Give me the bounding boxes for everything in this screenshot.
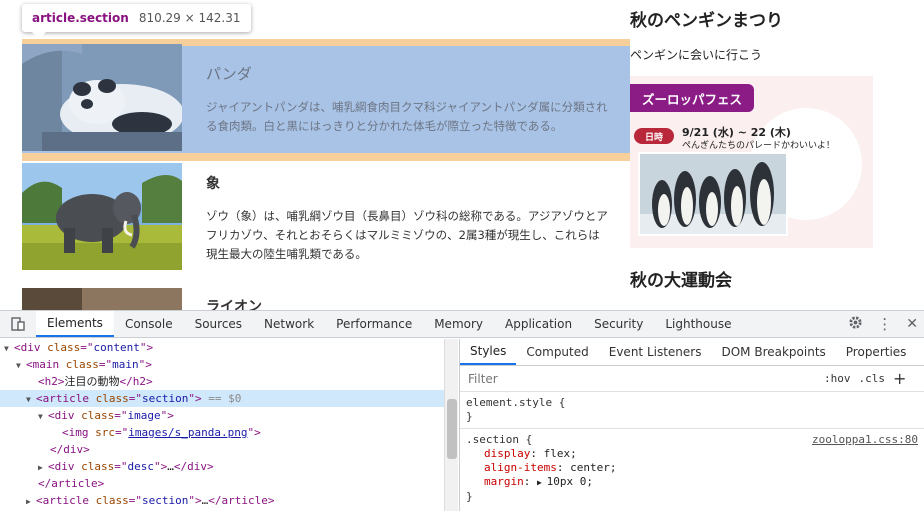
expand-arrow-icon[interactable]: ▶ — [26, 493, 36, 510]
rule-source-link[interactable]: zooloppa1.css:80 — [812, 433, 918, 447]
closing-brace: } — [466, 410, 473, 423]
lion-image — [22, 288, 182, 310]
tooltip-element-size: 810.29 × 142.31 — [138, 11, 241, 25]
tab-console[interactable]: Console — [114, 311, 184, 337]
scrollbar-thumb[interactable] — [447, 399, 457, 459]
date-badge: 日時 — [634, 128, 674, 144]
tab-sources[interactable]: Sources — [184, 311, 253, 337]
banner-pill: ズーロッパフェス — [630, 84, 755, 112]
dom-line[interactable]: ▶ <article class="section">…</article> — [0, 492, 444, 509]
banner-caption: ぺんぎんたちのパレードかわいいよ！ — [682, 141, 835, 151]
article-desc: 象 ゾウ（象）は、哺乳綱ゾウ目（長鼻目）ゾウ科の総称である。アジアゾウとアフリカ… — [182, 173, 630, 264]
tab-computed[interactable]: Computed — [516, 339, 598, 365]
expand-arrow-icon[interactable]: ▼ — [4, 340, 14, 357]
dom-line[interactable]: ▶ <div class="desc">…</div> — [0, 458, 444, 475]
dom-line-selected[interactable]: ▼ <article class="section"> == $0 — [0, 390, 444, 407]
article-elephant[interactable]: 象 ゾウ（象）は、哺乳綱ゾウ目（長鼻目）ゾウ科の総称である。アジアゾウとアフリカ… — [22, 163, 630, 274]
tab-lighthouse[interactable]: Lighthouse — [654, 311, 742, 337]
gear-icon[interactable] — [848, 315, 863, 333]
dom-line[interactable]: ▼ <main class="main"> — [0, 356, 444, 373]
more-options-icon[interactable]: ⋮ — [877, 315, 892, 333]
expand-arrow-icon[interactable]: ▶ — [38, 459, 48, 476]
dom-line[interactable]: ▼ <div class="content"> — [0, 339, 444, 356]
article-text: ジャイアントパンダは、哺乳綱食肉目クマ科ジャイアントパンダ属に分類される食肉類。… — [206, 100, 608, 133]
event-banner[interactable]: ズーロッパフェス 日時 9/21 (水) ~ 22 (木) ぺんぎんたちのパレー… — [630, 76, 873, 248]
tab-memory[interactable]: Memory — [423, 311, 494, 337]
dom-line[interactable]: </article> — [0, 475, 444, 492]
declaration-display[interactable]: display: flex; — [466, 447, 918, 461]
devtools-actions: ⋮ ✕ — [848, 311, 924, 337]
dom-line[interactable]: <h2>注目の動物</h2> — [0, 373, 444, 390]
element-style-selector: element.style { — [466, 396, 566, 409]
dom-line[interactable]: </div> — [0, 441, 444, 458]
expand-arrow-icon[interactable]: ▼ — [38, 408, 48, 425]
tab-properties[interactable]: Properties — [836, 339, 917, 365]
dom-line[interactable]: <img src="images/s_panda.png"> — [0, 424, 444, 441]
dom-line[interactable]: ▼ <div class="image"> — [0, 407, 444, 424]
sidebar-subtitle: ペンギンに会いに行こう — [630, 48, 763, 62]
article-title: ライオン — [206, 299, 262, 310]
add-rule-icon[interactable]: + — [893, 369, 906, 388]
close-icon[interactable]: ✕ — [906, 316, 918, 332]
article-panda[interactable]: パンダ ジャイアントパンダは、哺乳綱食肉目クマ科ジャイアントパンダ属に分類される… — [22, 44, 630, 155]
article-desc: ライオン — [182, 288, 282, 310]
device-toolbar-icon[interactable] — [0, 311, 36, 337]
styles-pane: Styles Computed Event Listeners DOM Brea… — [459, 339, 924, 511]
element-style-rule[interactable]: element.style { } — [460, 392, 924, 429]
class-toggle[interactable]: .cls — [859, 372, 886, 385]
filter-row: :hov .cls + — [460, 366, 924, 392]
tooltip-element-name: article.section — [32, 11, 129, 25]
tab-elements[interactable]: Elements — [36, 311, 114, 337]
article-desc: パンダ ジャイアントパンダは、哺乳綱食肉目クマ科ジャイアントパンダ属に分類される… — [182, 63, 630, 136]
styles-tabbar: Styles Computed Event Listeners DOM Brea… — [460, 339, 924, 366]
article-title: パンダ — [206, 65, 252, 83]
page-viewport: article.section 810.29 × 142.31 パンダ ジャイア… — [0, 0, 924, 310]
sidebar-title: 秋のペンギンまつり — [630, 11, 783, 31]
article-lion[interactable]: ライオン — [22, 288, 630, 310]
tab-network[interactable]: Network — [253, 311, 325, 337]
elephant-image — [22, 163, 182, 274]
penguin-image — [638, 152, 788, 236]
hover-state-toggle[interactable]: :hov — [824, 372, 851, 385]
inspect-tooltip: article.section 810.29 × 142.31 — [22, 4, 251, 39]
closing-brace: } — [466, 490, 473, 503]
declaration-margin[interactable]: margin: ▶ 10px 0; — [466, 475, 918, 490]
article-title: 象 — [206, 176, 220, 192]
tab-application[interactable]: Application — [494, 311, 583, 337]
expand-arrow-icon[interactable]: ▼ — [16, 357, 26, 374]
devtools-tabbar: Elements Console Sources Network Perform… — [0, 311, 924, 338]
tab-security[interactable]: Security — [583, 311, 654, 337]
expand-arrow-icon[interactable]: ▼ — [26, 391, 36, 408]
more-tabs-icon[interactable]: » — [916, 339, 924, 365]
tab-performance[interactable]: Performance — [325, 311, 423, 337]
dom-tree: ▼ <div class="content"> ▼ <main class="mai… — [0, 339, 444, 511]
declaration-align-items[interactable]: align-items: center; — [466, 461, 918, 475]
tab-styles[interactable]: Styles — [460, 339, 517, 365]
tab-dom-breakpoints[interactable]: DOM Breakpoints — [711, 339, 835, 365]
dom-scrollbar[interactable] — [444, 339, 458, 511]
panda-image — [22, 44, 182, 155]
sidebar-title-2: 秋の大運動会 — [630, 271, 732, 291]
rule-selector: .section { — [466, 433, 533, 446]
devtools-panel: Elements Console Sources Network Perform… — [0, 310, 924, 511]
section-rule[interactable]: zooloppa1.css:80 .section { display: fle… — [460, 429, 924, 508]
article-text: ゾウ（象）は、哺乳綱ゾウ目（長鼻目）ゾウ科の総称である。アジアゾウとアフリカゾウ… — [206, 209, 608, 261]
tab-event-listeners[interactable]: Event Listeners — [599, 339, 712, 365]
styles-filter-input[interactable] — [464, 368, 816, 389]
